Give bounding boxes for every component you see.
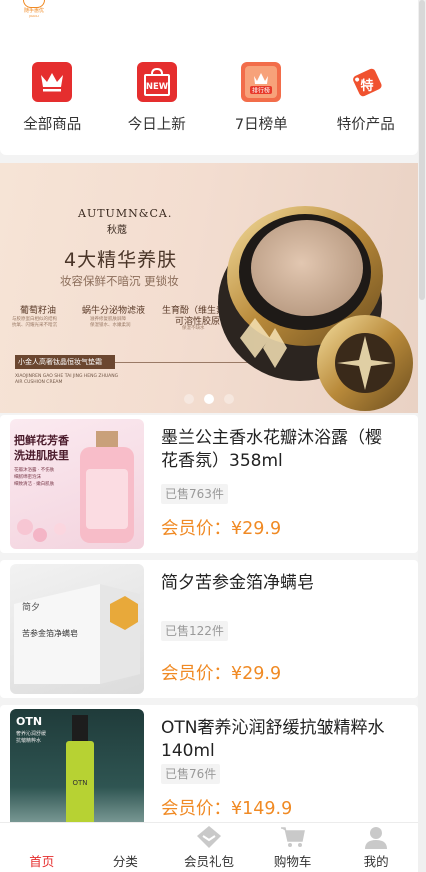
banner-dot[interactable]: [224, 394, 234, 404]
product-image: 把鲜花芳香洗进肌肤里 花瓣沐浴露 · 不伤肤 细腻绵密泡沫 细致清洁 · 嫩白肌肤: [10, 419, 144, 549]
header: 随手惠优 JOACLI 全部商品 NEW 今日上新 排行榜 7日榜单 特 特价产…: [0, 0, 418, 155]
bottom-tabbar: 首页 分类 会员礼包 购物车 我的: [0, 822, 418, 872]
tab-label: 分类: [112, 854, 138, 869]
tab-label: 会员礼包: [183, 854, 234, 869]
tab-home[interactable]: 首页: [0, 823, 84, 872]
product-sold-count: 已售76件: [161, 764, 221, 784]
promo-banner[interactable]: AUTUMN&CA. 秋蔻 4大精华养肤 妆容保鲜不暗沉 更锁妆 葡萄籽油 与胶…: [0, 163, 418, 413]
tab-member-gift[interactable]: 会员礼包: [167, 823, 251, 872]
tab-category[interactable]: 分类: [84, 823, 168, 872]
special-tag-icon: 特: [346, 62, 386, 102]
logo-mark-icon: [23, 0, 45, 8]
product-list: 把鲜花芳香洗进肌肤里 花瓣沐浴露 · 不伤肤 细腻绵密泡沫 细致清洁 · 嫩白肌肤 …: [0, 415, 418, 852]
category-7day-ranking[interactable]: 排行榜 7日榜单: [209, 62, 314, 142]
svg-text:特: 特: [360, 78, 373, 94]
category-special-price[interactable]: 特 特价产品: [314, 62, 419, 142]
product-name: OTN奢养沁润舒缓抗皱精粹水140ml: [161, 718, 385, 761]
scrollbar[interactable]: [418, 0, 426, 872]
app-page: 随手惠优 JOACLI 全部商品 NEW 今日上新 排行榜 7日榜单 特 特价产…: [0, 0, 426, 872]
product-price: 会员价：¥29.9: [161, 664, 282, 684]
brand-logo[interactable]: 随手惠优 JOACLI: [16, 0, 52, 20]
svg-text:NEW: NEW: [146, 82, 169, 92]
product-card[interactable]: 苦参金箔净螨皂 简夕 简夕苦参金箔净螨皂 已售122件 会员价：¥29.9: [0, 560, 418, 698]
tab-label: 购物车: [273, 854, 312, 869]
product-sold-count: 已售763件: [161, 484, 228, 504]
ranking-icon: 排行榜: [241, 62, 282, 102]
category-new-today[interactable]: NEW 今日上新: [105, 62, 210, 142]
banner-brand: AUTUMN&CA.: [78, 207, 173, 220]
banner-feature-2: 蜗牛分泌物滤液: [82, 306, 146, 316]
banner-pagination: [0, 394, 418, 404]
banner-brand-cn: 秋蔻: [107, 225, 127, 236]
product-image: OTN 奢养沁润舒缓 抗皱精粹水 OTN: [10, 709, 144, 839]
crown-icon: [32, 62, 73, 102]
category-label: 7日榜单: [234, 117, 288, 133]
banner-fineprint: XIAOJINREN GAO SHE TAI JING HENG ZHUANG A…: [15, 374, 119, 385]
product-card[interactable]: 把鲜花芳香洗进肌肤里 花瓣沐浴露 · 不伤肤 细腻绵密泡沫 细致清洁 · 嫩白肌肤 …: [0, 415, 418, 553]
tab-label: 我的: [363, 854, 389, 869]
logo-subtext: JOACLI: [29, 14, 39, 18]
product-sold-count: 已售122件: [161, 621, 228, 641]
banner-feature-1: 葡萄籽油: [20, 306, 57, 316]
product-price: 会员价：¥149.9: [161, 799, 293, 819]
category-nav: 全部商品 NEW 今日上新 排行榜 7日榜单 特 特价产品: [0, 62, 418, 142]
banner-feature-2-desc: 滋养修复肌肤屏障 保湿锁水、水嫩柔润: [90, 317, 131, 328]
gift-diamond-icon: [196, 826, 221, 848]
banner-product-tag: 小金人高奢钛晶恒妆气垫霜: [15, 355, 115, 369]
profile-icon: [365, 827, 388, 849]
product-image: 苦参金箔净螨皂 简夕: [10, 564, 144, 694]
category-label: 今日上新: [127, 117, 186, 133]
category-label: 特价产品: [336, 117, 395, 133]
new-bag-icon: NEW: [136, 62, 177, 102]
tab-cart[interactable]: 购物车: [251, 823, 335, 872]
product-price: 会员价：¥29.9: [161, 519, 282, 539]
svg-text:OTN: OTN: [72, 779, 87, 787]
tab-profile[interactable]: 我的: [334, 823, 418, 872]
category-label: 全部商品: [23, 117, 82, 133]
banner-feature-1-desc: 与胶原蛋白相似的结构 抗氧、闪耀光采不暗沉: [12, 317, 57, 328]
product-name: 简夕苦参金箔净螨皂: [161, 573, 314, 593]
product-name: 墨兰公主香水花瓣沐浴露（樱花香氛）358ml: [161, 428, 382, 471]
scrollbar-thumb[interactable]: [419, 0, 425, 300]
banner-feature-3-desc: 保湿不缺水: [182, 326, 205, 331]
cushion-compact-image: [218, 206, 413, 411]
banner-dot[interactable]: [184, 394, 194, 404]
banner-dot-active[interactable]: [204, 394, 214, 404]
banner-subtitle: 妆容保鲜不暗沉 更锁妆: [60, 274, 179, 288]
category-all-products[interactable]: 全部商品: [0, 62, 105, 142]
svg-text:排行榜: 排行榜: [252, 87, 270, 95]
banner-title: 4大精华养肤: [64, 249, 178, 271]
cart-icon: [280, 827, 305, 847]
tab-label: 首页: [29, 854, 55, 869]
